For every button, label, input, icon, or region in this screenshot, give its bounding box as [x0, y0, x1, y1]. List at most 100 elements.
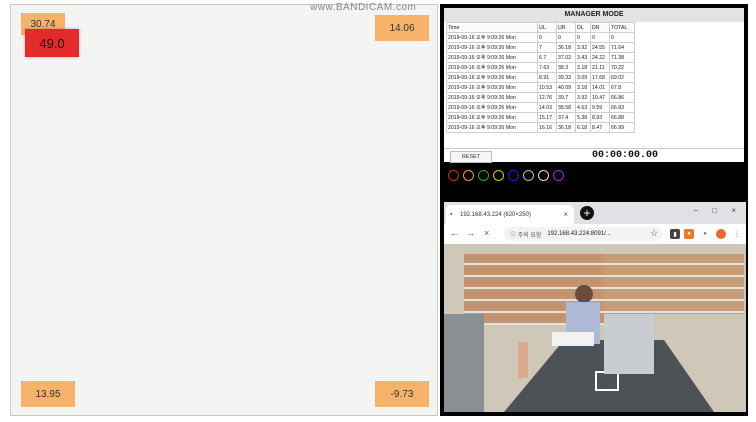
table-cell: 8.91 [537, 72, 557, 83]
table-cell: 2019-09-16 오후 9:09:26 Mon [446, 92, 538, 103]
table-cell: 3.92 [575, 92, 591, 103]
pressure-display-panel: 30.74 49.0 14.06 13.95 -9.73 [10, 4, 438, 416]
extension-icon-1[interactable]: ▮ [670, 229, 680, 239]
color-circle [508, 170, 519, 181]
table-header-row: Time UL UR DL DR TOTAL [446, 22, 635, 33]
table-cell: 37.02 [556, 52, 576, 63]
extension-icon-3[interactable]: ● [700, 229, 710, 239]
table-cell: 2019-09-16 오후 9:09:26 Mon [446, 122, 538, 133]
table-row: 2019-09-16 오후 9:09:26 Mon 6.7 37.02 3.43 24.… [446, 52, 635, 63]
table-cell: 6.18 [575, 122, 591, 133]
table-cell: 39.7 [556, 92, 576, 103]
table-cell: 6.7 [537, 52, 557, 63]
table-cell: 67.8 [609, 82, 635, 93]
tab-close-icon[interactable]: × [563, 210, 568, 219]
table-cell: 9.59 [590, 102, 610, 113]
timer: 00:00:00.00 [592, 150, 659, 161]
manager-window: MANAGER MODE Time UL UR DL DR TOTAL 2019… [444, 8, 744, 163]
table-row: 2019-09-16 오후 9:09:26 Mon 16.16 36.18 6.18 8… [446, 122, 635, 133]
bottom-right-value: -9.73 [375, 381, 429, 407]
table-row: 2019-09-16 오후 9:09:26 Mon 10.53 40.09 3.18 1… [446, 82, 635, 93]
table-cell: 38.3 [556, 62, 576, 73]
camera-feed [444, 244, 746, 412]
table-cell: 5.38 [575, 112, 591, 123]
table-cell: 3.92 [575, 42, 591, 53]
table-cell: 37.4 [556, 112, 576, 123]
table-cell: 7 [537, 42, 557, 53]
col-ur: UR [556, 22, 576, 33]
browser-tab[interactable]: ▪ 192.168.43.224 (620×250) × [446, 205, 574, 224]
table-cell: 2019-09-16 오후 9:09:26 Mon [446, 102, 538, 113]
stop-icon[interactable]: × [484, 228, 489, 238]
manager-footer: RESET 00:00:00.00 [444, 148, 744, 163]
security-warning[interactable]: ⓘ 주의 요함 [510, 230, 541, 239]
table-cell: 8.93 [590, 112, 610, 123]
watermark: www.BANDICAM.com [310, 2, 417, 13]
table-cell: 2019-09-16 오후 9:09:26 Mon [446, 52, 538, 63]
window-controls[interactable]: − □ × [693, 206, 742, 215]
table-cell: 3.18 [575, 82, 591, 93]
forward-icon[interactable]: → [466, 228, 475, 238]
table-cell: 10.53 [537, 82, 557, 93]
table-cell: 14.03 [537, 102, 557, 113]
table-cell: 40.09 [556, 82, 576, 93]
table-cell: 0 [609, 32, 635, 43]
color-circle [553, 170, 564, 181]
extension-icon-2[interactable]: ● [684, 229, 694, 239]
table-cell: 70.22 [609, 62, 635, 73]
table-cell: 2019-09-16 오후 9:09:26 Mon [446, 32, 538, 43]
address-text: 192.168.43.224:8091/... [547, 231, 611, 237]
table-cell: 36.18 [556, 122, 576, 133]
manager-title: MANAGER MODE [444, 8, 744, 22]
table-cell: 2019-09-16 오후 9:09:26 Mon [446, 42, 538, 53]
table-cell: 71.64 [609, 42, 635, 53]
col-dl: DL [575, 22, 591, 33]
table-cell: 66.86 [609, 92, 635, 103]
profile-avatar[interactable] [716, 229, 726, 239]
table-cell: 10.47 [590, 92, 610, 103]
table-cell: 39.33 [556, 72, 576, 83]
color-circle [478, 170, 489, 181]
color-indicators [448, 170, 564, 181]
table-row: 2019-09-16 오후 9:09:26 Mon 12.76 39.7 3.92 10… [446, 92, 635, 103]
table-cell: 71.38 [609, 52, 635, 63]
table-cell: 8.47 [590, 122, 610, 133]
table-cell: 3.18 [575, 62, 591, 73]
color-circle [523, 170, 534, 181]
table-cell: 3.43 [575, 52, 591, 63]
back-icon[interactable]: ← [450, 228, 459, 238]
table-cell: 36.18 [556, 42, 576, 53]
table-cell: 24.55 [590, 42, 610, 53]
address-bar[interactable]: ⓘ 주의 요함 192.168.43.224:8091/... [504, 227, 662, 241]
col-total: TOTAL [609, 22, 635, 33]
page-icon: ▪ [450, 211, 453, 218]
table-cell: 15.17 [537, 112, 557, 123]
browser-window: ▪ 192.168.43.224 (620×250) × + − □ × ← →… [444, 202, 746, 412]
data-table: Time UL UR DL DR TOTAL 2019-09-16 오후 9:0… [446, 22, 635, 133]
menu-icon[interactable]: ⋮ [732, 229, 742, 239]
color-circle [448, 170, 459, 181]
table-cell: 2019-09-16 오후 9:09:26 Mon [446, 82, 538, 93]
table-cell: 0 [537, 32, 557, 43]
table-cell: 66.88 [609, 112, 635, 123]
table-body: 2019-09-16 오후 9:09:26 Mon 0 0 0 0 0 2019-09-16… [446, 32, 635, 133]
top-right-value: 14.06 [375, 15, 429, 41]
new-tab-button[interactable]: + [580, 206, 594, 220]
bottom-left-value: 13.95 [21, 381, 75, 407]
camera-image [444, 244, 746, 412]
table-cell: 12.76 [537, 92, 557, 103]
table-cell: 17.68 [590, 72, 610, 83]
table-row: 2019-09-16 오후 9:09:26 Mon 0 0 0 0 0 [446, 32, 635, 43]
table-cell: 7.63 [537, 62, 557, 73]
table-row: 2019-09-16 오후 9:09:26 Mon 7 36.18 3.92 24.55… [446, 42, 635, 53]
table-cell: 2019-09-16 오후 9:09:26 Mon [446, 72, 538, 83]
table-cell: 69.02 [609, 72, 635, 83]
reset-button[interactable]: RESET [450, 151, 492, 163]
browser-toolbar: ← → × ⓘ 주의 요함 192.168.43.224:8091/... ☆ … [444, 224, 746, 244]
table-cell: 0 [590, 32, 610, 43]
table-cell: 38.58 [556, 102, 576, 113]
bookmark-star-icon[interactable]: ☆ [650, 228, 658, 239]
col-time: Time [446, 22, 538, 33]
top-left-badge: 49.0 [25, 29, 79, 57]
table-cell: 3.09 [575, 72, 591, 83]
